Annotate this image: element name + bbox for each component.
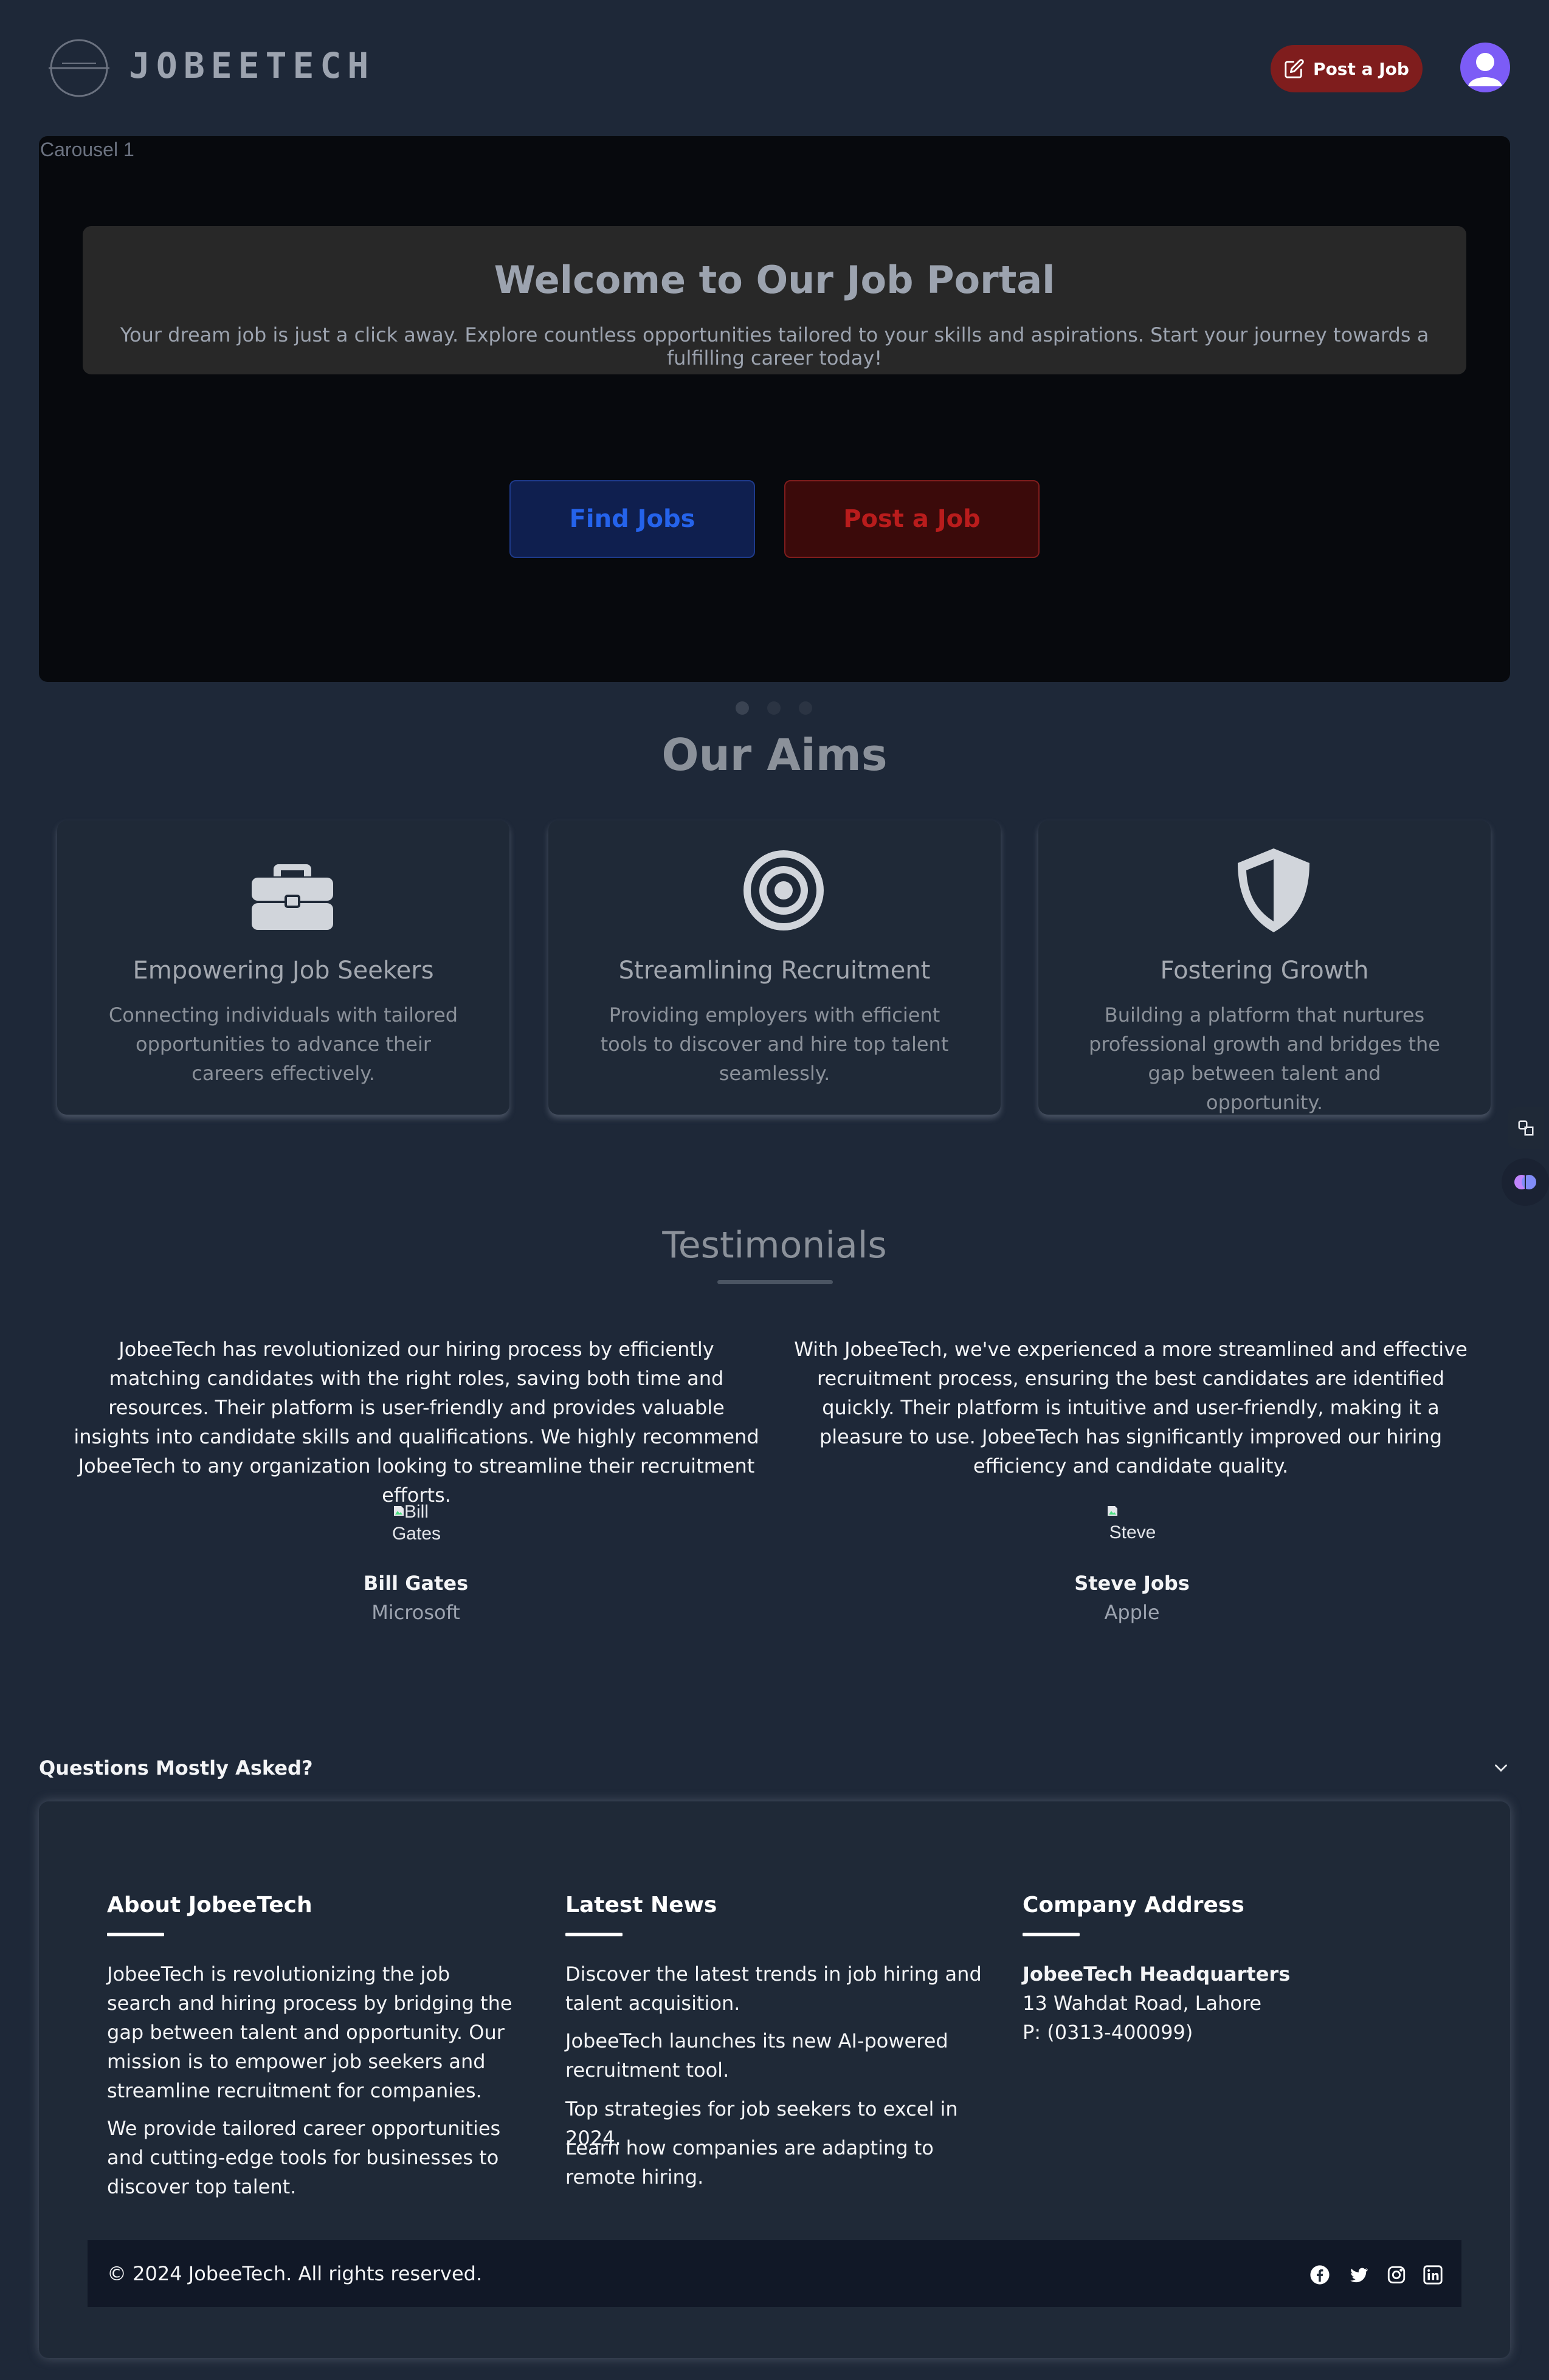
copyright-text: © 2024 JobeeTech. All rights reserved. [107, 2262, 483, 2285]
address-phone: P: (0313-400099) [1023, 2021, 1193, 2044]
post-job-label: Post a Job [1313, 58, 1409, 79]
avatar-alt: Steve [1109, 1522, 1156, 1543]
aim-description: Building a platform that nurtures profes… [1089, 1003, 1440, 1114]
aim-card-recruitment: Streamlining Recruitment Providing emplo… [548, 820, 1001, 1115]
footer-address-heading: Company Address [1023, 1893, 1244, 1917]
translate-widget[interactable] [1508, 1107, 1544, 1149]
aims-title: Our Aims [661, 729, 888, 780]
aim-card-job-seekers: Empowering Job Seekers Connecting indivi… [57, 820, 509, 1115]
address-street: 13 Wahdat Road, Lahore [1023, 1992, 1262, 2015]
welcome-subtitle: Your dream job is just a click away. Exp… [120, 323, 1429, 370]
faq-question[interactable]: Questions Mostly Asked? [39, 1756, 313, 1780]
footer-about-heading: About JobeeTech [107, 1893, 312, 1917]
heading-underline [107, 1933, 164, 1936]
carousel-image-alt: Carousel 1 [40, 139, 134, 160]
carousel-dot-2[interactable] [767, 701, 781, 715]
site-logo[interactable]: JOBEETECH [44, 36, 368, 102]
aim-description: Connecting individuals with tailored opp… [108, 1003, 458, 1085]
facebook-icon[interactable] [1309, 2265, 1330, 2285]
target-icon [738, 845, 829, 936]
welcome-title: Welcome to Our Job Portal [494, 258, 1055, 302]
twitter-icon[interactable] [1348, 2265, 1369, 2285]
linkedin-icon[interactable] [1423, 2265, 1443, 2285]
testimonial-avatar: Steve [1099, 1501, 1166, 1560]
heading-underline [1023, 1933, 1080, 1936]
aim-title: Streamlining Recruitment [618, 957, 931, 985]
testimonial-name: Steve Jobs [1074, 1572, 1190, 1595]
about-paragraph: We provide tailored career opportunities… [107, 2117, 501, 2198]
avatar-alt: Bill Gates [392, 1502, 441, 1544]
instagram-icon[interactable] [1386, 2265, 1407, 2285]
testimonials-underline [717, 1280, 833, 1284]
translate-icon [1517, 1119, 1535, 1137]
carousel-dot-1[interactable] [736, 701, 749, 715]
logo-text: JOBEETECH [129, 45, 375, 86]
footer-news-heading: Latest News [565, 1893, 717, 1917]
shield-icon [1228, 845, 1319, 936]
aim-card-growth: Fostering Growth Building a platform tha… [1038, 820, 1491, 1115]
post-job-hero-button[interactable]: Post a Job [784, 480, 1040, 558]
testimonial-name: Bill Gates [363, 1572, 469, 1595]
testimonial-quote: With JobeeTech, we've experienced a more… [794, 1338, 1468, 1477]
testimonial-company: Microsoft [371, 1601, 460, 1624]
edit-icon [1284, 58, 1305, 79]
heading-underline [565, 1933, 623, 1936]
news-item[interactable]: JobeeTech launches its new AI-powered re… [565, 2026, 991, 2085]
briefcase-icon [247, 845, 338, 936]
brain-icon [1513, 1170, 1537, 1194]
hero-carousel [39, 136, 1510, 682]
find-jobs-button[interactable]: Find Jobs [509, 480, 755, 558]
testimonial-avatar: Bill Gates [383, 1501, 450, 1556]
aim-title: Empowering Job Seekers [133, 957, 434, 985]
user-avatar[interactable] [1460, 43, 1510, 92]
address-name: JobeeTech Headquarters [1023, 1962, 1291, 1986]
news-item[interactable]: Discover the latest trends in job hiring… [565, 1959, 991, 2018]
about-paragraph: JobeeTech is revolutionizing the job sea… [107, 1962, 512, 2102]
ai-assistant-widget[interactable] [1502, 1158, 1549, 1206]
news-item[interactable]: Learn how companies are adapting to remo… [565, 2133, 991, 2192]
carousel-dot-3[interactable] [799, 701, 812, 715]
post-job-button[interactable]: Post a Job [1271, 45, 1423, 92]
testimonial-company: Apple [1104, 1601, 1160, 1624]
testimonial-quote: JobeeTech has revolutionized our hiring … [74, 1338, 759, 1507]
aim-title: Fostering Growth [1160, 957, 1369, 985]
aim-description: Providing employers with efficient tools… [600, 1003, 949, 1085]
testimonials-title: Testimonials [662, 1224, 887, 1267]
chevron-down-icon[interactable] [1491, 1758, 1511, 1778]
broken-image-icon [1108, 1506, 1117, 1516]
